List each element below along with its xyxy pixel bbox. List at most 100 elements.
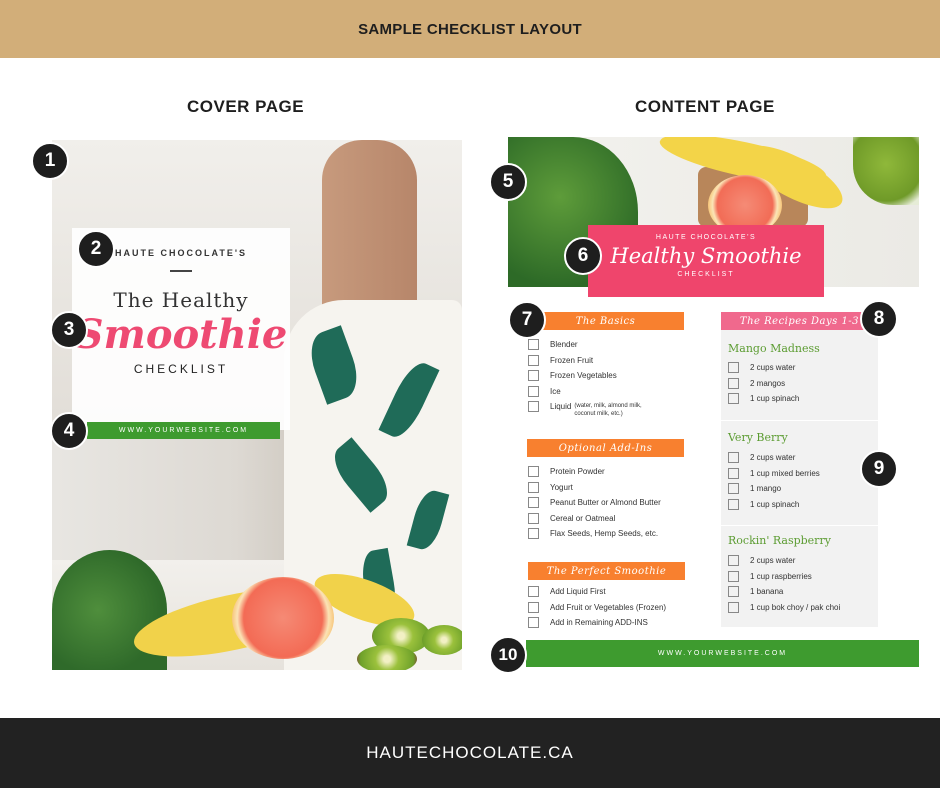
leaf-pattern — [303, 325, 365, 405]
checklist-item[interactable]: Flax Seeds, Hemp Seeds, etc. — [528, 528, 661, 545]
callout-badge-10: 10 — [489, 636, 527, 674]
recipe-items: 2 cups water 2 mangos 1 cup spinach — [728, 362, 799, 410]
content-subtitle: CHECKLIST — [677, 271, 735, 278]
item-label: Add Fruit or Vegetables (Frozen) — [550, 602, 667, 612]
item-label: Peanut Butter or Almond Butter — [550, 498, 661, 507]
content-url-bar: WWW.YOURWEBSITE.COM — [526, 640, 919, 667]
leaf-pattern — [378, 357, 440, 443]
perfect-heading: The Perfect Smoothie — [528, 562, 685, 580]
checkbox[interactable] — [728, 483, 739, 494]
content-title-block: HAUTE CHOCOLATE'S Healthy Smoothie CHECK… — [588, 225, 824, 297]
green-smoothie-image — [853, 137, 919, 205]
item-label: 2 cups water — [750, 363, 796, 372]
checkbox[interactable] — [728, 601, 739, 613]
callout-badge-3: 3 — [50, 311, 88, 349]
item-label: 1 cup mixed berries — [750, 468, 820, 478]
cover-title-line2: Smoothie — [74, 311, 288, 358]
item-label: Frozen Fruit — [550, 355, 594, 365]
checklist-item[interactable]: 1 cup raspberries — [728, 570, 840, 588]
recipe-title: Very Berry — [728, 431, 788, 444]
item-label: 2 cups water — [750, 556, 796, 565]
recipe-title: Rockin' Raspberry — [728, 534, 831, 547]
checklist-item[interactable]: 1 banana — [728, 586, 840, 603]
checkbox[interactable] — [528, 481, 539, 493]
checklist-item[interactable]: 1 cup spinach — [728, 498, 820, 516]
checklist-item[interactable]: Frozen Fruit — [528, 354, 642, 372]
callout-badge-8: 8 — [860, 300, 898, 338]
checkbox[interactable] — [728, 467, 739, 479]
checkbox[interactable] — [728, 393, 739, 404]
leaf-pattern — [406, 487, 450, 553]
item-label: 2 cups water — [750, 453, 796, 462]
checklist-item[interactable]: Ice — [528, 385, 642, 403]
checkbox[interactable] — [528, 370, 539, 381]
checklist-item[interactable]: 1 cup mixed berries — [728, 467, 820, 485]
callout-badge-6: 6 — [564, 237, 602, 275]
item-label: Liquid — [550, 402, 572, 411]
checkbox[interactable] — [728, 362, 739, 373]
item-label: 1 cup spinach — [750, 499, 800, 509]
checklist-item[interactable]: Add Fruit or Vegetables (Frozen) — [528, 601, 667, 619]
checklist-item[interactable]: Peanut Butter or Almond Butter — [528, 497, 661, 514]
checklist-item[interactable]: 1 cup spinach — [728, 393, 799, 410]
checkbox[interactable] — [728, 377, 739, 389]
checkbox[interactable] — [528, 586, 539, 597]
checkbox[interactable] — [528, 497, 539, 508]
checkbox[interactable] — [528, 512, 539, 524]
checklist-item[interactable]: 2 cups water — [728, 555, 840, 572]
checkbox[interactable] — [528, 339, 539, 350]
divider — [721, 525, 878, 526]
checklist-item[interactable]: 1 cup bok choy / pak choi — [728, 601, 840, 619]
content-brand: HAUTE CHOCOLATE'S — [655, 234, 757, 241]
checklist-item[interactable]: Blender — [528, 339, 642, 356]
checkbox[interactable] — [528, 528, 539, 539]
item-label: Blender — [550, 340, 578, 349]
checkbox[interactable] — [728, 452, 739, 463]
divider — [170, 270, 192, 272]
checkbox[interactable] — [728, 498, 739, 510]
checkbox[interactable] — [528, 385, 539, 397]
kiwi-image — [357, 645, 417, 670]
recipe-items: 2 cups water 1 cup raspberries 1 banana … — [728, 555, 840, 619]
checklist-item[interactable]: Cereal or Oatmeal — [528, 512, 661, 530]
callout-badge-2: 2 — [77, 230, 115, 268]
checklist-item[interactable]: Add Liquid First — [528, 586, 666, 603]
checkbox[interactable] — [728, 555, 739, 566]
checkbox[interactable] — [528, 601, 539, 613]
addins-list: Protein Powder Yogurt Peanut Butter or A… — [528, 466, 661, 545]
kiwi-image — [422, 625, 462, 655]
checkbox[interactable] — [728, 586, 739, 597]
item-label: Protein Powder — [550, 467, 605, 476]
cover-page-title: COVER PAGE — [187, 97, 305, 116]
checklist-item[interactable]: Protein Powder — [528, 466, 661, 483]
callout-badge-1: 1 — [31, 142, 69, 180]
checkbox[interactable] — [728, 570, 739, 582]
checklist-item[interactable]: Liquid (water, milk, almond milk, coconut… — [528, 401, 642, 418]
checklist-item[interactable]: 2 cups water — [728, 452, 820, 469]
footer-bar: HAUTECHOCOLATE.CA — [0, 718, 940, 788]
checkbox[interactable] — [528, 401, 539, 412]
callout-badge-7: 7 — [508, 301, 546, 339]
checklist-item[interactable]: 2 mangos — [728, 377, 799, 395]
checklist-item[interactable]: Frozen Vegetables — [528, 370, 642, 387]
leaf-pattern — [325, 437, 397, 513]
checklist-item[interactable]: 2 cups water — [728, 362, 799, 379]
recipe-items: 2 cups water 1 cup mixed berries 1 mango… — [728, 452, 820, 516]
item-label: Cereal or Oatmeal — [550, 513, 616, 523]
item-label: Add in Remaining ADD-INS — [550, 618, 648, 627]
recipes-panel: Mango Madness 2 cups water 2 mangos 1 cu… — [721, 330, 878, 627]
checkbox[interactable] — [528, 617, 539, 628]
divider — [721, 420, 878, 421]
checkbox[interactable] — [528, 466, 539, 477]
item-label: Yogurt — [550, 482, 573, 492]
grapefruit-image — [232, 577, 334, 659]
checklist-item[interactable]: Add in Remaining ADD-INS — [528, 617, 666, 634]
checkbox[interactable] — [528, 354, 539, 366]
checklist-item[interactable]: 1 mango — [728, 483, 820, 500]
callout-badge-5: 5 — [489, 163, 527, 201]
footer-website[interactable]: HAUTECHOCOLATE.CA — [366, 743, 574, 763]
perfect-list: Add Liquid First Add Fruit or Vegetables… — [528, 586, 667, 634]
basics-list: Blender Frozen Fruit Frozen Vegetables I… — [528, 339, 642, 418]
header-bar: SAMPLE CHECKLIST LAYOUT — [0, 0, 940, 58]
checklist-item[interactable]: Yogurt — [528, 481, 661, 499]
